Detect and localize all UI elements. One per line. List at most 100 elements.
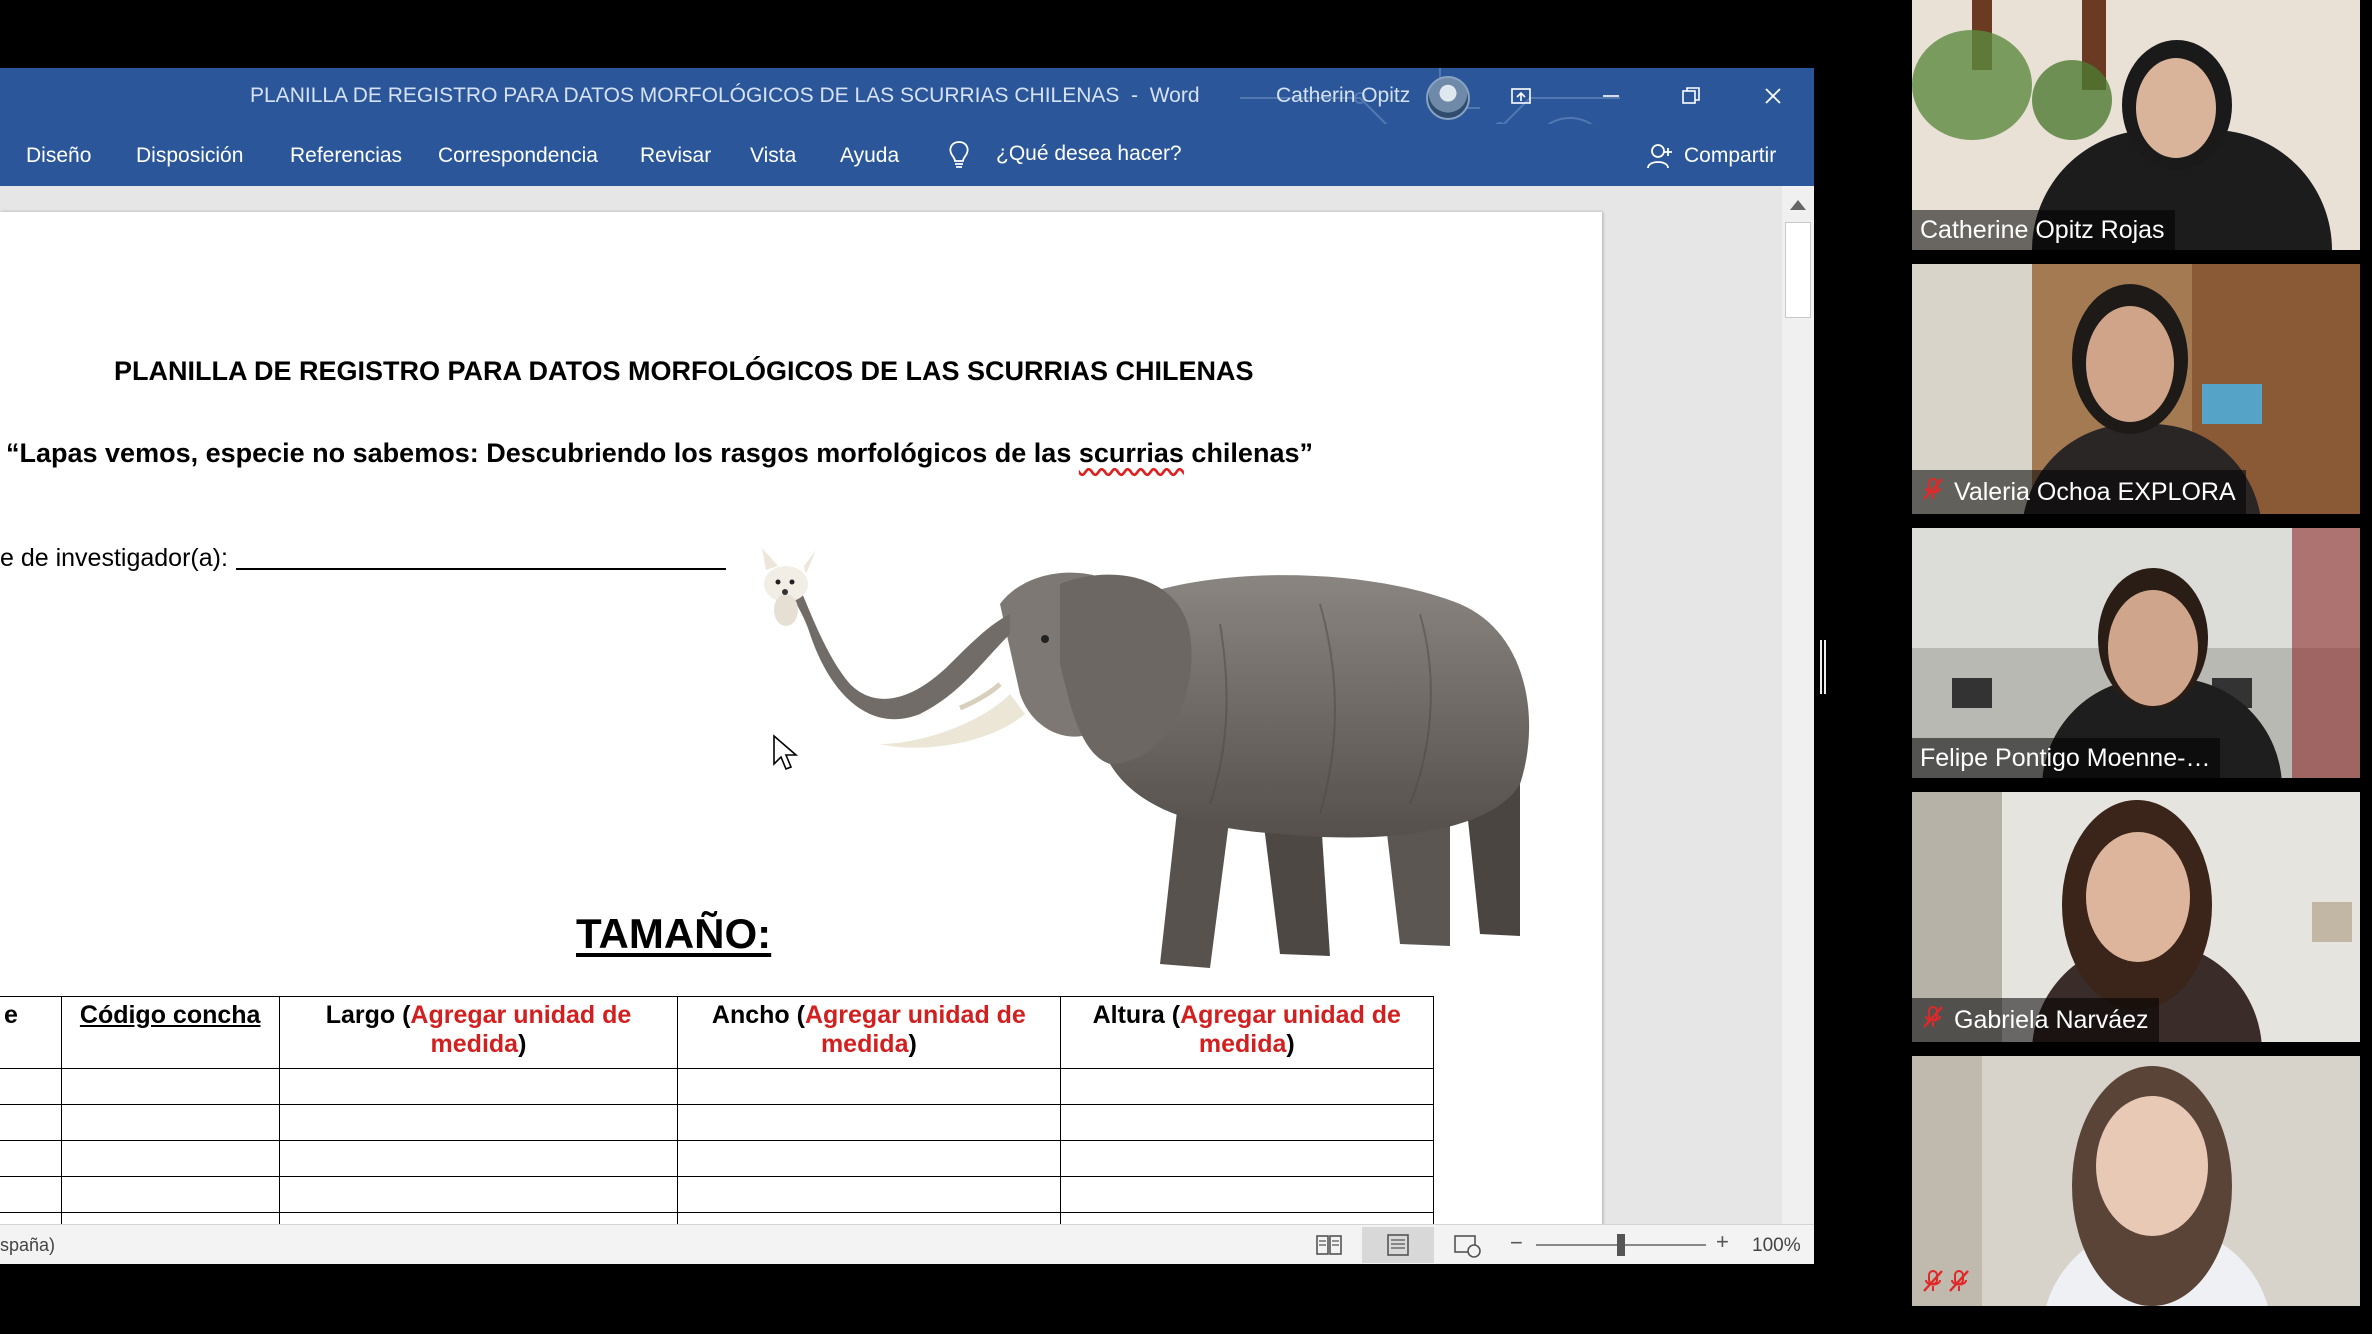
tab-revisar[interactable]: Revisar [640,144,711,168]
table-row [0,1104,1435,1141]
table-cell[interactable] [0,1104,62,1141]
table-row [0,1176,1435,1213]
minimize-button[interactable] [1586,72,1636,120]
tab-referencias[interactable]: Referencias [290,144,402,168]
language-status[interactable]: spaña) [0,1235,55,1256]
account-avatar[interactable] [1426,76,1470,120]
mouse-cursor-icon [773,734,798,771]
header-unit-note: medida [820,1030,909,1058]
document-page[interactable]: PLANILLA DE REGISTRO PARA DATOS MORFOLÓG… [0,212,1602,1264]
table-cell[interactable] [1059,1104,1435,1141]
participant-name-text: Gabriela Narváez [1954,1006,2149,1034]
lightbulb-icon [949,141,969,168]
tab-disposicion[interactable]: Disposición [136,144,243,168]
table-cell[interactable] [60,1140,280,1177]
close-icon [1765,88,1781,104]
header-label: Altura ( [1092,1001,1181,1029]
participant-name-text: Felipe Pontigo Moenne-… [1920,744,2211,772]
table-header-length: Largo (Agregar unidad de medida) [278,996,679,1069]
microphone-muted-icon [1949,1270,1969,1292]
zoom-in-button[interactable]: + [1716,1229,1729,1255]
header-unit-note: Agregar unidad de [1180,1001,1401,1029]
participant-tile-3[interactable]: Felipe Pontigo Moenne-… [1912,528,2360,778]
table-cell[interactable] [60,1104,280,1141]
participant-name [1912,1262,1990,1306]
table-cell[interactable] [1059,1068,1435,1105]
participant-tile-1[interactable]: Catherine Opitz Rojas [1912,0,2360,250]
participant-tile-5[interactable] [1912,1056,2360,1306]
header-unit-note: medida [1198,1030,1287,1058]
table-cell[interactable] [278,1176,679,1213]
tab-vista[interactable]: Vista [750,144,796,168]
minimize-icon [1603,95,1619,97]
scrollbar-thumb[interactable] [1785,222,1811,318]
table-cell[interactable] [60,1176,280,1213]
header-close: ) [908,1030,917,1058]
table-cell[interactable] [677,1176,1061,1213]
table-header-cut: e [0,996,62,1069]
investigator-blank-line[interactable] [236,568,726,570]
person-share-icon [1647,144,1672,169]
table-cell[interactable] [278,1104,679,1141]
account-name[interactable]: Catherin Opitz [1276,84,1410,108]
participant-tile-2[interactable]: Valeria Ochoa EXPLORA [1912,264,2360,514]
table-cell[interactable] [677,1068,1061,1105]
close-button[interactable] [1748,72,1798,120]
header-label: Largo ( [325,1001,411,1029]
header-label: Ancho ( [711,1001,805,1029]
participant-tile-4[interactable]: Gabriela Narváez [1912,792,2360,1042]
table-cell[interactable] [677,1104,1061,1141]
header-close: ) [1286,1030,1295,1058]
participant-name: Catherine Opitz Rojas [1912,210,2175,250]
participant-name: Valeria Ochoa EXPLORA [1912,470,2246,514]
table-row [0,1068,1435,1105]
word-title-bar: PLANILLA DE REGISTRO PARA DATOS MORFOLÓG… [0,68,1814,124]
subtitle-text-start: “Lapas vemos, especie no sabemos: Descub… [6,438,1079,468]
table-cell[interactable] [0,1068,62,1105]
misspelled-word[interactable]: scurrias [1079,438,1184,468]
tab-correspondencia[interactable]: Correspondencia [438,144,598,168]
zoom-slider-thumb[interactable] [1617,1234,1625,1256]
table-cell[interactable] [1059,1176,1435,1213]
table-row [0,1140,1435,1177]
tab-ayuda[interactable]: Ayuda [840,144,899,168]
vertical-scrollbar[interactable] [1782,186,1814,1264]
table-cell[interactable] [0,1176,62,1213]
tab-diseno[interactable]: Diseño [26,144,91,168]
table-cell[interactable] [60,1068,280,1105]
elephant-illustration[interactable] [760,544,1560,984]
web-layout-icon[interactable] [1452,1231,1482,1259]
microphone-muted-icon [1923,1006,1943,1028]
table-cell[interactable] [278,1140,679,1177]
document-heading: PLANILLA DE REGISTRO PARA DATOS MORFOLÓG… [114,356,1254,386]
word-window: PLANILLA DE REGISTRO PARA DATOS MORFOLÓG… [0,68,1814,1264]
table-cell[interactable] [1059,1140,1435,1177]
table-header-height: Altura (Agregar unidad de medida) [1059,996,1435,1069]
zoom-out-button[interactable]: − [1510,1230,1523,1256]
subtitle-text-end: chilenas” [1183,438,1313,468]
microphone-muted-icon [1923,478,1943,500]
print-layout-icon[interactable] [1383,1231,1413,1259]
table-cell[interactable] [278,1068,679,1105]
status-bar: spaña) − + 100% [0,1224,1814,1264]
document-title: PLANILLA DE REGISTRO PARA DATOS MORFOLÓG… [250,84,1200,107]
restore-icon [1682,87,1700,104]
document-subtitle: “Lapas vemos, especie no sabemos: Descub… [6,438,1313,469]
gallery-split-handle[interactable] [1820,640,1826,694]
table-cell[interactable] [677,1140,1061,1177]
zoom-level[interactable]: 100% [1752,1235,1801,1257]
table-header-row: e Código concha Largo (Agregar unidad de… [0,996,1435,1069]
share-button[interactable]: Compartir [1684,144,1776,168]
participant-name-text: Valeria Ochoa EXPLORA [1954,478,2236,506]
header-unit-note: Agregar unidad de [804,1001,1026,1029]
ribbon-tabs: Diseño Disposición Referencias Correspon… [0,124,1814,186]
tell-me-search[interactable]: ¿Qué desea hacer? [996,142,1182,166]
table-cell[interactable] [0,1140,62,1177]
restore-button[interactable] [1666,72,1716,120]
shared-screen: PLANILLA DE REGISTRO PARA DATOS MORFOLÓG… [0,0,1905,1334]
scroll-up-icon[interactable] [1790,200,1806,210]
ribbon-display-options-button[interactable] [1496,72,1546,120]
read-mode-icon[interactable] [1314,1231,1344,1259]
table-header-width: Ancho (Agregar unidad de medida) [677,996,1061,1069]
microphone-muted-icon [1923,1270,1943,1292]
